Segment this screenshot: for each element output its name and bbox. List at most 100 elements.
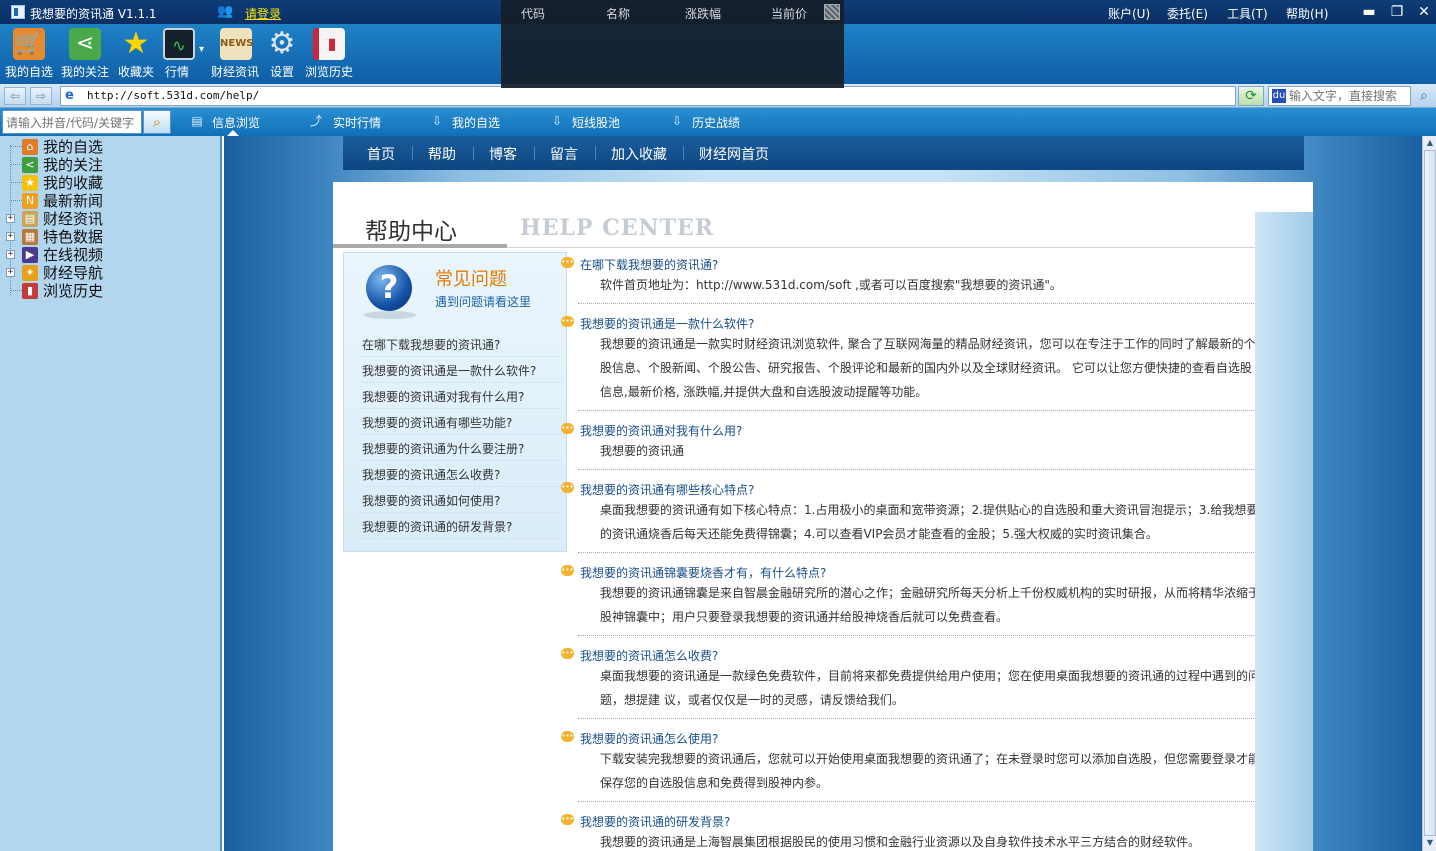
- menu-tools[interactable]: 工具(T): [1227, 5, 1268, 22]
- quote-panel: 代码 名称 涨跌幅 当前价: [501, 0, 844, 88]
- qa-question[interactable]: ••• 我想要的资讯通锦囊要烧香才有，有什么特点?: [561, 564, 827, 581]
- forward-icon[interactable]: ⇨: [30, 87, 52, 105]
- faq-link[interactable]: 在哪下载我想要的资讯通?: [362, 331, 562, 357]
- qa-question-text: 我想要的资讯通锦囊要烧香才有，有什么特点?: [580, 566, 827, 580]
- book-icon: ▮: [313, 28, 345, 60]
- speech-bubble-icon: •••: [561, 648, 574, 659]
- web-content: 首页 帮助 博客 留言 加入收藏 财经网首页 帮助中心 HELP CENTER …: [224, 136, 1422, 851]
- app-title: 我想要的资讯通 V1.1.1: [30, 7, 157, 21]
- nav-divider: [595, 146, 596, 160]
- page-title: 帮助中心: [365, 219, 457, 245]
- expand-toggle-icon[interactable]: +: [6, 232, 15, 241]
- refresh-icon[interactable]: ⟳: [1238, 86, 1264, 106]
- market-dropdown-arrow-icon[interactable]: ▾: [199, 44, 204, 55]
- faq-link[interactable]: 我想要的资讯通怎么收费?: [362, 461, 562, 487]
- qa-divider: [578, 718, 1258, 719]
- expand-toggle-icon[interactable]: +: [6, 250, 15, 259]
- nav-divider: [683, 146, 684, 160]
- menu-account[interactable]: 账户(U): [1108, 5, 1150, 22]
- qa-question[interactable]: ••• 在哪下载我想要的资讯通?: [561, 256, 718, 273]
- faq-link[interactable]: 我想要的资讯通对我有什么用?: [362, 383, 562, 409]
- site-nav-home[interactable]: 首页: [367, 144, 395, 164]
- search-icon[interactable]: ⌕: [1413, 86, 1435, 106]
- site-nav-help[interactable]: 帮助: [428, 144, 456, 164]
- expand-toggle-icon[interactable]: +: [6, 268, 15, 277]
- url-text: http://soft.531d.com/help/: [87, 89, 260, 102]
- site-nav-finance-home[interactable]: 财经网首页: [699, 144, 769, 164]
- faq-link[interactable]: 我想要的资讯通如何使用?: [362, 487, 562, 513]
- nav-divider: [473, 146, 474, 160]
- web-search-input[interactable]: [1289, 88, 1409, 104]
- back-icon[interactable]: ⇦: [4, 87, 26, 105]
- qa-divider: [578, 801, 1258, 802]
- page-edge-decoration: [1255, 212, 1313, 851]
- menu-trade[interactable]: 委托(E): [1167, 5, 1208, 22]
- site-nav-add-favorite[interactable]: 加入收藏: [611, 144, 667, 164]
- qa-question[interactable]: ••• 我想要的资讯通有哪些核心特点?: [561, 481, 755, 498]
- faq-link[interactable]: 我想要的资讯通为什么要注册?: [362, 435, 562, 461]
- web-search-box: du: [1268, 86, 1411, 106]
- qa-answer: 软件首页地址为：http://www.531d.com/soft ,或者可以百度…: [600, 278, 1062, 292]
- gear-icon: ⚙: [268, 26, 296, 61]
- scroll-up-icon[interactable]: ▲: [1424, 136, 1436, 150]
- qa-question[interactable]: ••• 我想要的资讯通的研发背景?: [561, 813, 730, 830]
- minimize-icon[interactable]: ▬: [1360, 3, 1378, 21]
- toolbar-my-watchlist-button[interactable]: 🛒 我的自选: [1, 28, 57, 80]
- qa-divider: [578, 552, 1258, 553]
- speech-bubble-icon: •••: [561, 814, 574, 825]
- share-icon: ⋖: [69, 28, 101, 60]
- scroll-thumb[interactable]: [1424, 150, 1436, 836]
- qa-question-text: 我想要的资讯通有哪些核心特点?: [580, 483, 755, 497]
- qa-question[interactable]: ••• 我想要的资讯通对我有什么用?: [561, 422, 742, 439]
- faq-panel: ? 常见问题 遇到问题请看这里 在哪下载我想要的资讯通? 我想要的资讯通是一款什么…: [343, 252, 567, 552]
- star-icon: ★: [22, 175, 38, 191]
- qa-answer: 我想要的资讯通是上海智晨集团根据股民的使用习惯和金融行业资源以及自身软件技术水平…: [600, 835, 1201, 849]
- quote-header-code[interactable]: 代码: [521, 5, 545, 22]
- faq-link[interactable]: 我想要的资讯通有哪些功能?: [362, 409, 562, 435]
- tab-label: 我的自选: [452, 116, 501, 130]
- faq-link[interactable]: 我想要的资讯通的研发背景?: [362, 513, 562, 539]
- qr-code-icon[interactable]: [824, 4, 840, 20]
- menu-help[interactable]: 帮助(H): [1286, 5, 1328, 22]
- help-page: 帮助中心 HELP CENTER ? 常见问题 遇到问题请看这里 在哪下载我想要…: [333, 182, 1313, 851]
- news-icon: N: [22, 193, 38, 209]
- toolbar-history-button[interactable]: ▮ 浏览历史: [301, 28, 357, 80]
- page-title-english: HELP CENTER: [520, 215, 715, 241]
- qa-question[interactable]: ••• 我想要的资讯通是一款什么软件?: [561, 315, 754, 332]
- stock-search-box: [2, 110, 142, 134]
- vertical-scrollbar[interactable]: ▲ ▼: [1422, 136, 1436, 851]
- url-input[interactable]: e http://soft.531d.com/help/: [60, 86, 1236, 106]
- qa-divider: [578, 303, 1258, 304]
- title-underline: [333, 244, 507, 248]
- speech-bubble-icon: •••: [561, 257, 574, 268]
- sidebar-item-label: 浏览历史: [43, 282, 104, 300]
- scroll-down-icon[interactable]: ▼: [1424, 836, 1436, 850]
- toolbar-label: 浏览历史: [304, 65, 353, 79]
- newspaper-icon: NEWS: [220, 28, 253, 60]
- stock-search-input[interactable]: [6, 115, 140, 131]
- faq-title: 常见问题: [435, 269, 507, 290]
- faq-link[interactable]: 我想要的资讯通是一款什么软件?: [362, 357, 562, 383]
- restore-icon[interactable]: ❐: [1388, 3, 1406, 21]
- quote-header-change[interactable]: 涨跌幅: [685, 5, 721, 22]
- star-icon: ★: [122, 26, 150, 61]
- toolbar-market-button[interactable]: ∿ 行情: [149, 28, 205, 80]
- qa-divider: [578, 635, 1258, 636]
- quote-header-name[interactable]: 名称: [606, 5, 630, 22]
- quote-header-price[interactable]: 当前价: [771, 5, 807, 22]
- login-link[interactable]: 请登录: [245, 5, 281, 22]
- qa-question[interactable]: ••• 我想要的资讯通怎么使用?: [561, 730, 718, 747]
- document-icon: ▤: [191, 114, 203, 128]
- close-icon[interactable]: ✕: [1415, 3, 1433, 21]
- data-icon: ▦: [22, 229, 38, 245]
- site-nav: 首页 帮助 博客 留言 加入收藏 财经网首页: [343, 136, 1304, 170]
- site-nav-message[interactable]: 留言: [550, 144, 578, 164]
- expand-toggle-icon[interactable]: +: [6, 214, 15, 223]
- app-icon: [11, 5, 25, 19]
- search-icon[interactable]: ⌕: [143, 110, 171, 134]
- line-chart-icon: ⤴: [309, 114, 322, 128]
- site-nav-blog[interactable]: 博客: [489, 144, 517, 164]
- book-icon: ▮: [22, 283, 38, 299]
- qa-question[interactable]: ••• 我想要的资讯通怎么收费?: [561, 647, 718, 664]
- nav-divider: [534, 146, 535, 160]
